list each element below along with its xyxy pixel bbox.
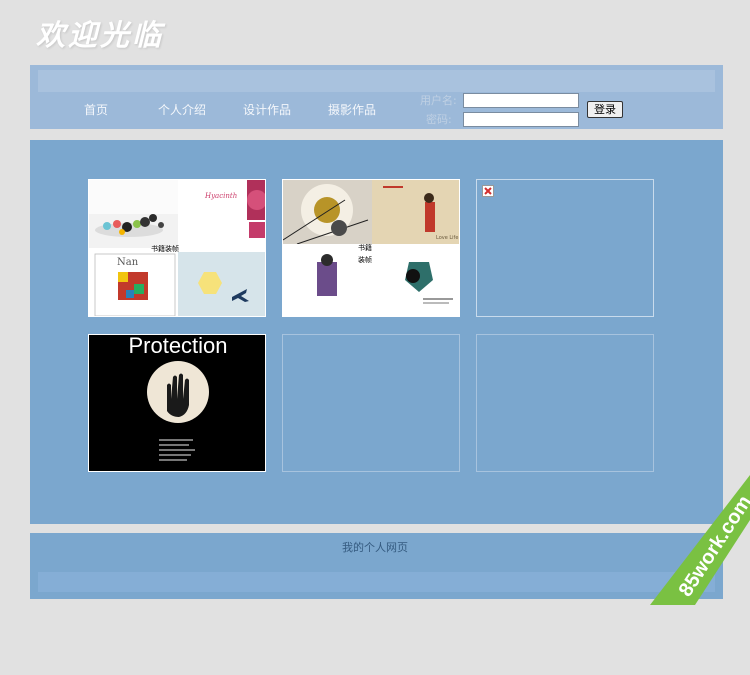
header-strip	[38, 70, 715, 92]
book-design-caption: 书籍装帧	[151, 245, 179, 253]
header-bar	[30, 65, 723, 129]
gallery-card-protection[interactable]: Protection	[88, 334, 266, 472]
nav-item-design[interactable]: 设计作品	[243, 101, 291, 118]
password-label: 密码:	[426, 113, 452, 126]
nav-item-home[interactable]: 首页	[84, 101, 108, 118]
footer-text: 我的个人网页	[342, 541, 408, 554]
welcome-title: 欢迎光临	[36, 18, 165, 52]
nav-item-photography[interactable]: 摄影作品	[328, 101, 376, 118]
gallery-card-book-design-2[interactable]: Love Life 书籍装帧	[282, 179, 460, 317]
username-input[interactable]	[463, 93, 579, 108]
password-input[interactable]	[463, 112, 579, 127]
protection-artwork	[147, 361, 209, 461]
book-name-text: Nan	[117, 257, 139, 268]
gallery-card-book-design-1[interactable]: Hyacinth Nan 书籍装帧	[88, 179, 266, 317]
watermark-ribbon: 85work.com	[650, 475, 750, 675]
gallery-panel: Hyacinth Nan 书籍装帧 Love Life 书籍装帧 Protect…	[30, 140, 723, 524]
username-label: 用户名:	[420, 94, 457, 107]
broken-image-icon	[482, 185, 494, 197]
gallery-card-empty[interactable]	[476, 334, 654, 472]
book-design-caption: 书籍装帧	[358, 244, 372, 264]
nav-item-about[interactable]: 个人介绍	[158, 101, 206, 118]
love-life-text: Love Life	[436, 235, 459, 241]
login-button[interactable]: 登录	[587, 101, 623, 118]
gallery-card-broken-image[interactable]	[476, 179, 654, 317]
footer-strip	[38, 572, 715, 592]
book-title-text: Hyacinth	[205, 192, 238, 200]
gallery-card-empty[interactable]	[282, 334, 460, 472]
